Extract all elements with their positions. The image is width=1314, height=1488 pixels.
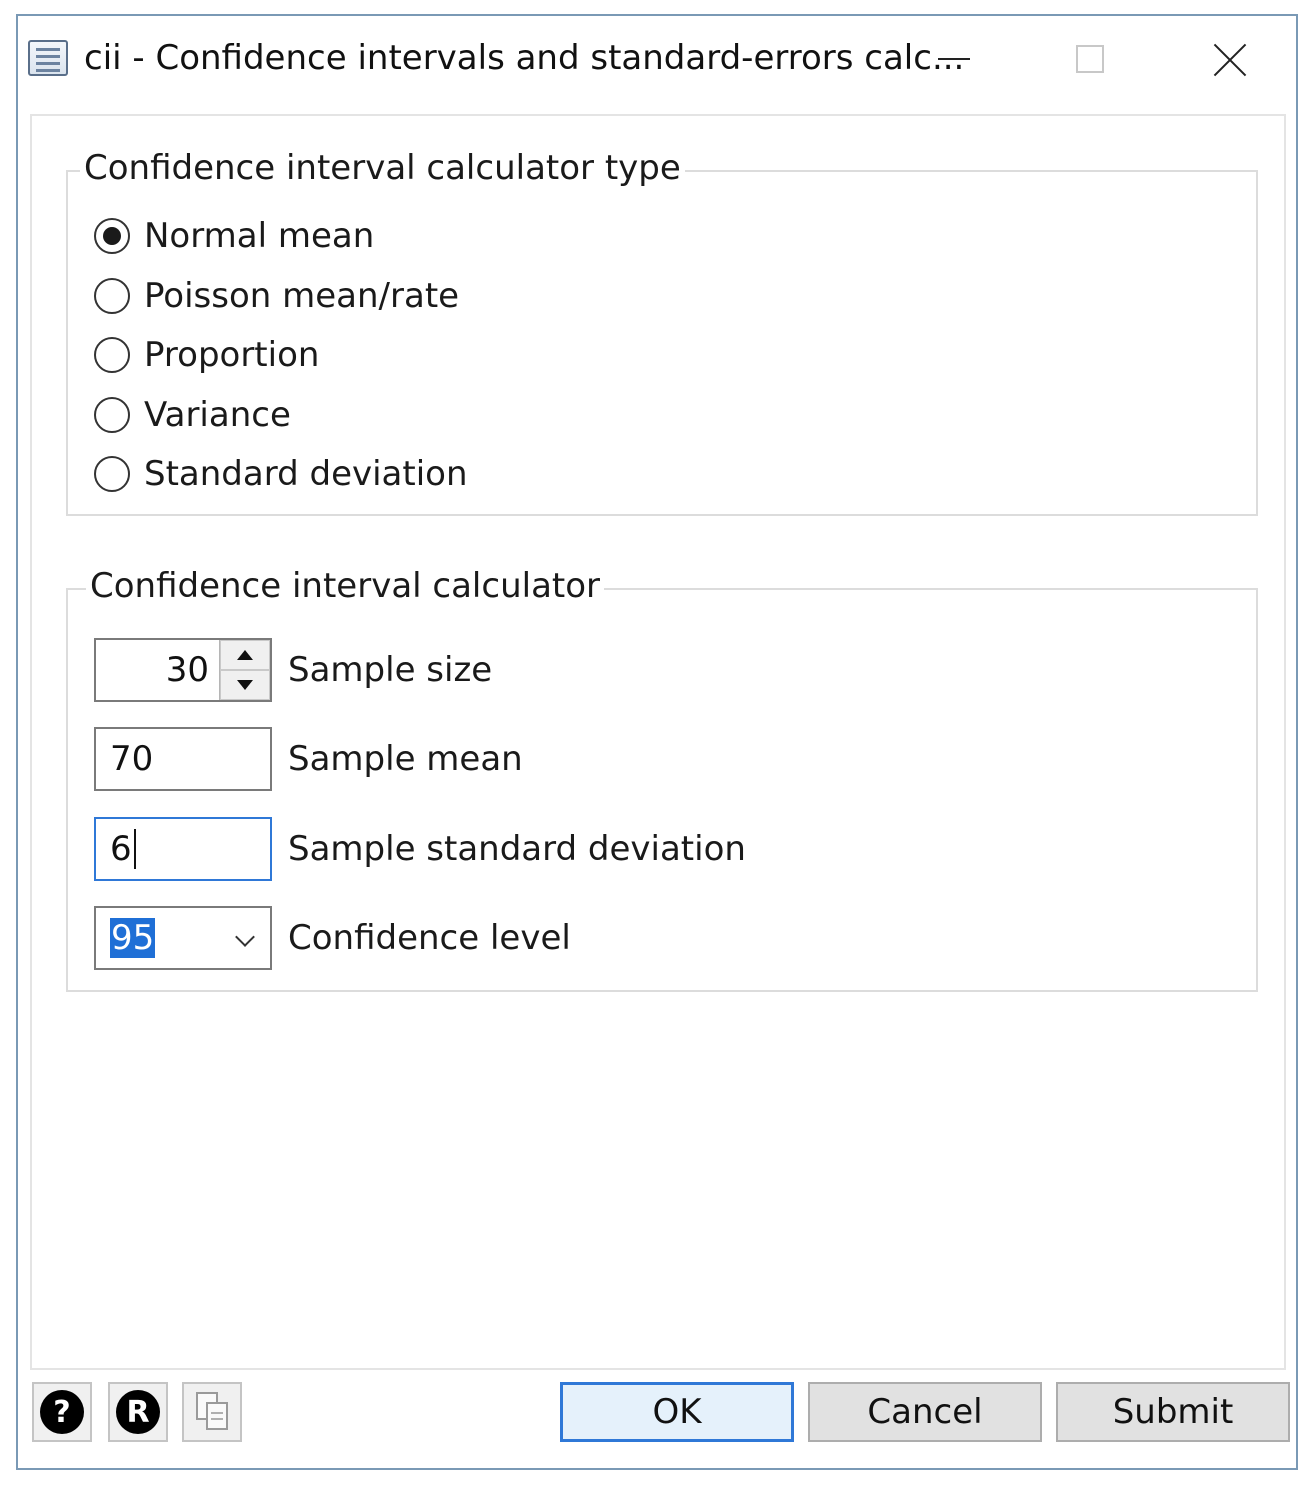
sample-mean-input[interactable]: 70 xyxy=(94,727,272,791)
chevron-down-icon[interactable] xyxy=(235,927,255,947)
close-button[interactable] xyxy=(1190,34,1270,84)
radio-button-icon[interactable] xyxy=(94,456,130,492)
sample-sd-input[interactable]: 6 xyxy=(94,817,272,881)
radio-variance[interactable]: Variance xyxy=(94,393,291,437)
button-bar: ? R OK Cancel Submit xyxy=(18,1372,1296,1468)
radio-proportion[interactable]: Proportion xyxy=(94,333,319,377)
r-reset-icon: R xyxy=(116,1390,160,1434)
window-title: cii - Confidence intervals and standard-… xyxy=(84,38,965,78)
copy-command-button[interactable] xyxy=(182,1382,242,1442)
arrow-down-icon xyxy=(237,680,253,690)
radio-standard-deviation[interactable]: Standard deviation xyxy=(94,452,468,496)
help-icon: ? xyxy=(40,1390,84,1434)
maximize-button[interactable] xyxy=(1050,34,1130,84)
radio-label: Poisson mean/rate xyxy=(144,276,460,316)
sample-mean-value: 70 xyxy=(110,739,154,779)
radio-button-icon[interactable] xyxy=(94,218,130,254)
sample-sd-value: 6 xyxy=(110,829,132,869)
arrow-up-icon xyxy=(237,650,253,660)
title-bar[interactable]: cii - Confidence intervals and standard-… xyxy=(18,16,1296,100)
reset-button[interactable]: R xyxy=(108,1382,168,1442)
help-button[interactable]: ? xyxy=(32,1382,92,1442)
confidence-level-value[interactable]: 95 xyxy=(110,918,156,958)
radio-label: Variance xyxy=(144,395,291,435)
ok-button[interactable]: OK xyxy=(560,1382,794,1442)
calculator-type-group-title: Confidence interval calculator type xyxy=(80,148,685,188)
sample-mean-label: Sample mean xyxy=(288,739,523,779)
close-icon xyxy=(1213,42,1247,76)
calculator-type-group: Confidence interval calculator type Norm… xyxy=(66,148,1258,516)
calculator-group: Confidence interval calculator 30 Sample… xyxy=(66,566,1258,992)
sample-size-value[interactable]: 30 xyxy=(96,640,219,700)
radio-label: Normal mean xyxy=(144,216,375,256)
sample-sd-row: 6 Sample standard deviation xyxy=(94,817,746,881)
radio-button-icon[interactable] xyxy=(94,397,130,433)
cancel-button[interactable]: Cancel xyxy=(808,1382,1042,1442)
spinner-down-button[interactable] xyxy=(220,670,270,700)
radio-button-icon[interactable] xyxy=(94,337,130,373)
calculator-group-title: Confidence interval calculator xyxy=(86,566,605,606)
confidence-level-row: 95 Confidence level xyxy=(94,906,571,970)
minimize-icon xyxy=(938,58,970,60)
radio-button-icon[interactable] xyxy=(94,278,130,314)
copy-icon xyxy=(194,1392,230,1432)
maximize-icon xyxy=(1076,45,1104,73)
app-icon[interactable] xyxy=(28,40,68,76)
sample-size-spinner[interactable]: 30 xyxy=(94,638,272,702)
sample-size-row: 30 Sample size xyxy=(94,638,492,702)
text-caret xyxy=(133,829,136,869)
sample-mean-row: 70 Sample mean xyxy=(94,727,523,791)
radio-poisson-mean-rate[interactable]: Poisson mean/rate xyxy=(94,274,459,318)
confidence-level-label: Confidence level xyxy=(288,918,571,958)
sample-size-label: Sample size xyxy=(288,650,493,690)
spinner-up-button[interactable] xyxy=(220,640,270,670)
spinner-buttons xyxy=(219,640,270,700)
submit-button[interactable]: Submit xyxy=(1056,1382,1290,1442)
radio-label: Proportion xyxy=(144,335,320,375)
sample-sd-label: Sample standard deviation xyxy=(288,829,746,869)
minimize-button[interactable] xyxy=(914,34,994,84)
radio-normal-mean[interactable]: Normal mean xyxy=(94,214,374,258)
dialog-window: cii - Confidence intervals and standard-… xyxy=(16,14,1298,1470)
radio-label: Standard deviation xyxy=(144,454,468,494)
dialog-body: Confidence interval calculator type Norm… xyxy=(30,114,1286,1370)
confidence-level-combobox[interactable]: 95 xyxy=(94,906,272,970)
